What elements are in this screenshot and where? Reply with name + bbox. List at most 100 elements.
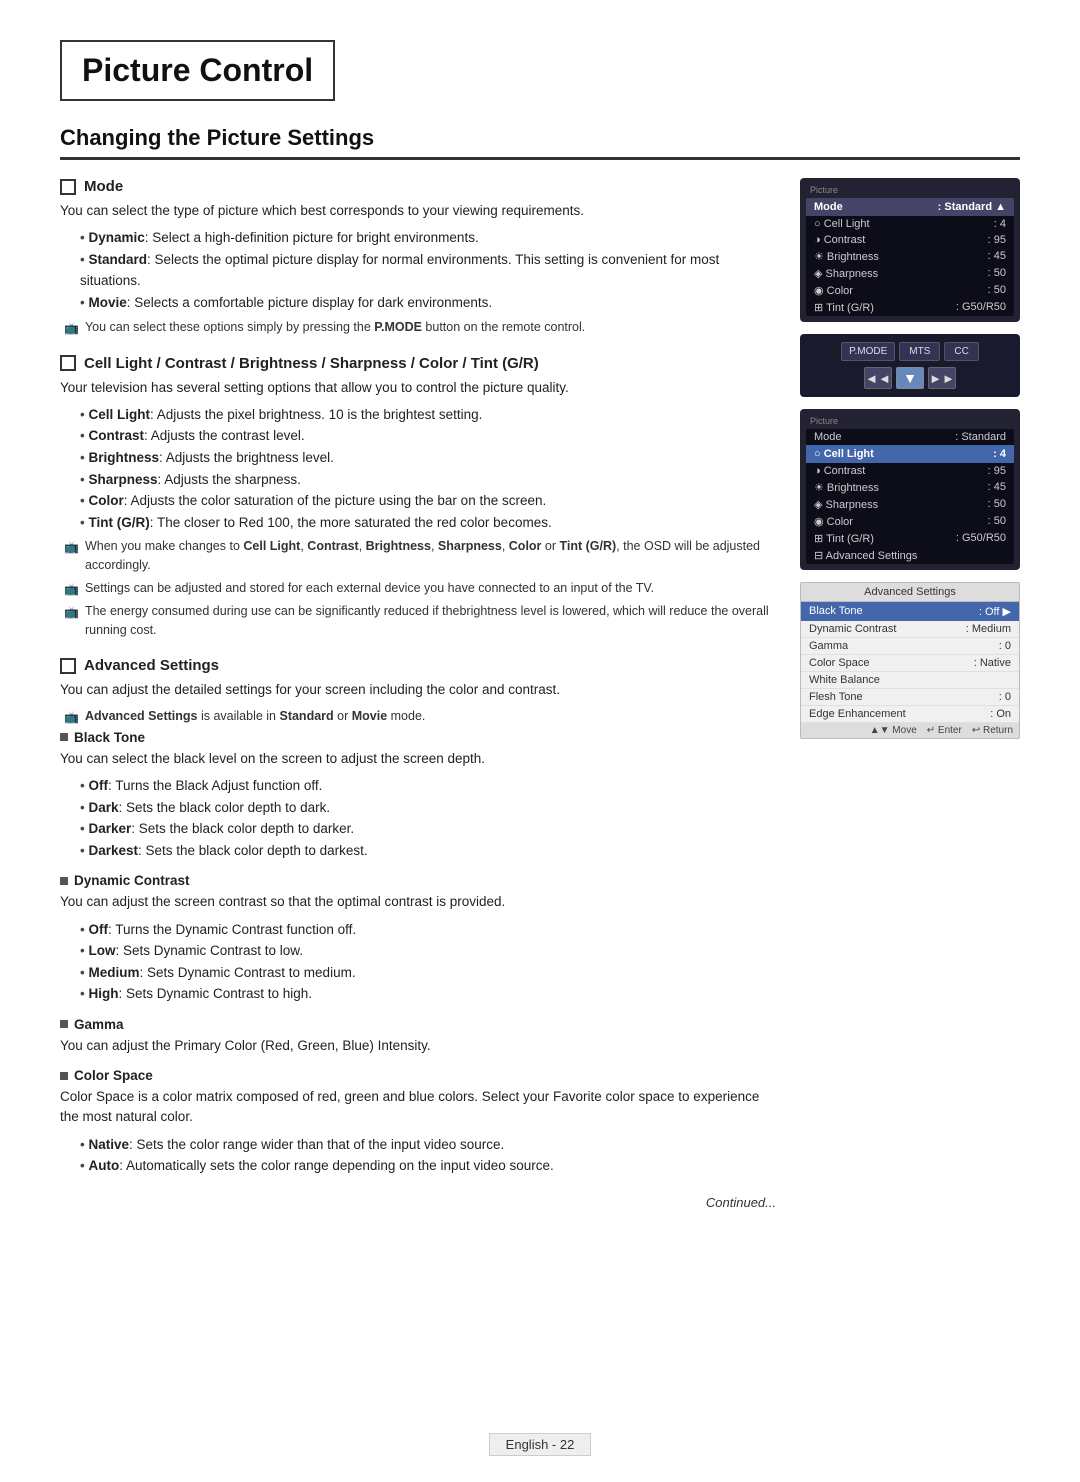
tv-panel-2: Picture Mode : Standard ○ Cell Light : 4… bbox=[800, 409, 1020, 570]
tv-p1-row-4-label: ◉ Color bbox=[814, 284, 853, 297]
bt-bullet-3: Darkest: Sets the black color depth to d… bbox=[80, 840, 776, 862]
black-tone-subsection: Black Tone You can select the black leve… bbox=[60, 730, 776, 862]
note-icon-2: 📺 bbox=[64, 580, 79, 598]
tv-p2-celllight-value: : 4 bbox=[993, 448, 1006, 460]
left-column: Mode You can select the type of picture … bbox=[60, 178, 776, 1210]
adv-note-text: Advanced Settings is available in Standa… bbox=[85, 707, 425, 726]
cell-light-section: Cell Light / Contrast / Brightness / Sha… bbox=[60, 355, 776, 640]
adv-body: You can adjust the detailed settings for… bbox=[60, 680, 776, 700]
cl-bullet-0: Cell Light: Adjusts the pixel brightness… bbox=[80, 404, 776, 426]
mode-note: 📺 You can select these options simply by… bbox=[64, 318, 776, 337]
tv-p2-row-advsettings: ⊟ Advanced Settings bbox=[806, 547, 1014, 564]
adv-row-6-label: Edge Enhancement bbox=[809, 708, 906, 720]
dynamic-contrast-bullets: Off: Turns the Dynamic Contrast function… bbox=[60, 919, 776, 1005]
dynamic-contrast-title: Dynamic Contrast bbox=[74, 873, 190, 888]
mode-bullet-0: Dynamic: Select a high-definition pictur… bbox=[80, 227, 776, 249]
tv-panel-1: Picture Mode : Standard ▲ ○ Cell Light :… bbox=[800, 178, 1020, 322]
note-icon-1: 📺 bbox=[64, 538, 79, 556]
tv-p2-brightness-value: : 45 bbox=[988, 481, 1006, 494]
color-space-title: Color Space bbox=[74, 1068, 153, 1083]
tv-p1-row-2-label: ☀ Brightness bbox=[814, 250, 879, 263]
tv-p1-header-value: : Standard ▲ bbox=[938, 201, 1006, 213]
dynamic-contrast-square-icon bbox=[60, 877, 68, 885]
dynamic-contrast-header: Dynamic Contrast bbox=[60, 873, 776, 888]
mode-bullet-2: Movie: Selects a comfortable picture dis… bbox=[80, 292, 776, 314]
mode-bullet-1: Standard: Selects the optimal picture di… bbox=[80, 249, 776, 292]
adv-panel-title: Advanced Settings bbox=[801, 583, 1019, 602]
gamma-title: Gamma bbox=[74, 1017, 124, 1032]
cl-bullet-3: Sharpness: Adjusts the sharpness. bbox=[80, 469, 776, 491]
mode-body: You can select the type of picture which… bbox=[60, 201, 776, 221]
tv-p2-row-sharpness: ◈ Sharpness : 50 bbox=[806, 496, 1014, 513]
tv-p1-row-1: ◑ Contrast : 95 bbox=[806, 232, 1014, 248]
adv-row-1-label: Dynamic Contrast bbox=[809, 623, 896, 635]
adv-row-5-label: Flesh Tone bbox=[809, 691, 863, 703]
remote-pmode-btn[interactable]: P.MODE bbox=[841, 342, 895, 361]
bt-bullet-0: Off: Turns the Black Adjust function off… bbox=[80, 775, 776, 797]
tv-p1-header: Mode : Standard ▲ bbox=[806, 198, 1014, 216]
tv-p1-row-2: ☀ Brightness : 45 bbox=[806, 248, 1014, 265]
tv-p1-row-3-label: ◈ Sharpness bbox=[814, 267, 878, 280]
dc-bullet-3: High: Sets Dynamic Contrast to high. bbox=[80, 983, 776, 1005]
note-icon-4: 📺 bbox=[64, 708, 79, 726]
cell-light-checkbox-icon bbox=[60, 355, 76, 371]
tv-p1-row-1-label: ◑ Contrast bbox=[814, 234, 865, 246]
mode-note-text: You can select these options simply by p… bbox=[85, 318, 585, 337]
adv-row-0-label: Black Tone bbox=[809, 605, 863, 618]
section-title: Changing the Picture Settings bbox=[60, 125, 1020, 160]
remote-forward-btn[interactable]: ►► bbox=[928, 367, 956, 389]
adv-row-1-value: : Medium bbox=[966, 623, 1011, 635]
tv-p2-row-celllight: ○ Cell Light : 4 bbox=[806, 445, 1014, 463]
tv-p2-mode-label: Mode bbox=[814, 431, 842, 443]
right-column: Picture Mode : Standard ▲ ○ Cell Light :… bbox=[800, 178, 1020, 739]
footer-text: English - 22 bbox=[489, 1433, 592, 1456]
adv-row-2-label: Gamma bbox=[809, 640, 848, 652]
mode-bullets: Dynamic: Select a high-definition pictur… bbox=[60, 227, 776, 313]
cs-bullet-0: Native: Sets the color range wider than … bbox=[80, 1134, 776, 1156]
remote-rewind-btn[interactable]: ◄◄ bbox=[864, 367, 892, 389]
black-tone-body: You can select the black level on the sc… bbox=[60, 749, 776, 769]
mode-header: Mode bbox=[60, 178, 776, 195]
adv-row-0-value: : Off ▶ bbox=[979, 605, 1011, 618]
dc-bullet-2: Medium: Sets Dynamic Contrast to medium. bbox=[80, 962, 776, 984]
tv-p1-row-0: ○ Cell Light : 4 bbox=[806, 216, 1014, 232]
tv-p2-mode-value: : Standard bbox=[955, 431, 1006, 443]
remote-top-buttons: P.MODE MTS CC bbox=[841, 342, 979, 361]
cl-note-1: 📺 Settings can be adjusted and stored fo… bbox=[64, 579, 776, 598]
tv-p1-row-5-label: ⊞ Tint (G/R) bbox=[814, 301, 874, 314]
adv-settings-panel: Advanced Settings Black Tone : Off ▶ Dyn… bbox=[800, 582, 1020, 739]
adv-row-3-label: Color Space bbox=[809, 657, 870, 669]
adv-row-4-label: White Balance bbox=[809, 674, 880, 686]
adv-checkbox-icon bbox=[60, 658, 76, 674]
remote-cc-btn[interactable]: CC bbox=[944, 342, 978, 361]
cl-bullet-2: Brightness: Adjusts the brightness level… bbox=[80, 447, 776, 469]
adv-row-1: Dynamic Contrast : Medium bbox=[801, 621, 1019, 638]
tv-p2-brightness-label: ☀ Brightness bbox=[814, 481, 879, 494]
dynamic-contrast-subsection: Dynamic Contrast You can adjust the scre… bbox=[60, 873, 776, 1005]
cl-bullet-5: Tint (G/R): The closer to Red 100, the m… bbox=[80, 512, 776, 534]
tv-panel-1-screen: Mode : Standard ▲ ○ Cell Light : 4 ◑ Con… bbox=[806, 198, 1014, 316]
tv-p2-contrast-value: : 95 bbox=[988, 465, 1006, 477]
tv-p2-tint-label: ⊞ Tint (G/R) bbox=[814, 532, 874, 545]
remote-mts-btn[interactable]: MTS bbox=[899, 342, 940, 361]
tv-p2-row-tint: ⊞ Tint (G/R) : G50/R50 bbox=[806, 530, 1014, 547]
dc-bullet-0: Off: Turns the Dynamic Contrast function… bbox=[80, 919, 776, 941]
cs-bullet-1: Auto: Automatically sets the color range… bbox=[80, 1155, 776, 1177]
tv-p2-tint-value: : G50/R50 bbox=[956, 532, 1006, 545]
remote-down-btn[interactable]: ▼ bbox=[896, 367, 924, 389]
tv-p1-row-3-value: : 50 bbox=[988, 267, 1006, 280]
page-title: Picture Control bbox=[60, 40, 335, 101]
tv-p1-row-5-value: : G50/R50 bbox=[956, 301, 1006, 314]
adv-row-5-value: : 0 bbox=[999, 691, 1011, 703]
tv-p1-header-label: Mode bbox=[814, 201, 843, 213]
cell-light-title: Cell Light / Contrast / Brightness / Sha… bbox=[84, 355, 539, 372]
tv-p1-row-4-value: : 50 bbox=[988, 284, 1006, 297]
cell-light-body: Your television has several setting opti… bbox=[60, 378, 776, 398]
black-tone-title: Black Tone bbox=[74, 730, 145, 745]
adv-row-2-value: : 0 bbox=[999, 640, 1011, 652]
adv-row-3-value: : Native bbox=[974, 657, 1011, 669]
tv-p1-row-1-value: : 95 bbox=[988, 234, 1006, 246]
color-space-square-icon bbox=[60, 1072, 68, 1080]
cl-note-1-text: Settings can be adjusted and stored for … bbox=[85, 579, 654, 598]
remote-panel: P.MODE MTS CC ◄◄ ▼ ►► bbox=[800, 334, 1020, 397]
